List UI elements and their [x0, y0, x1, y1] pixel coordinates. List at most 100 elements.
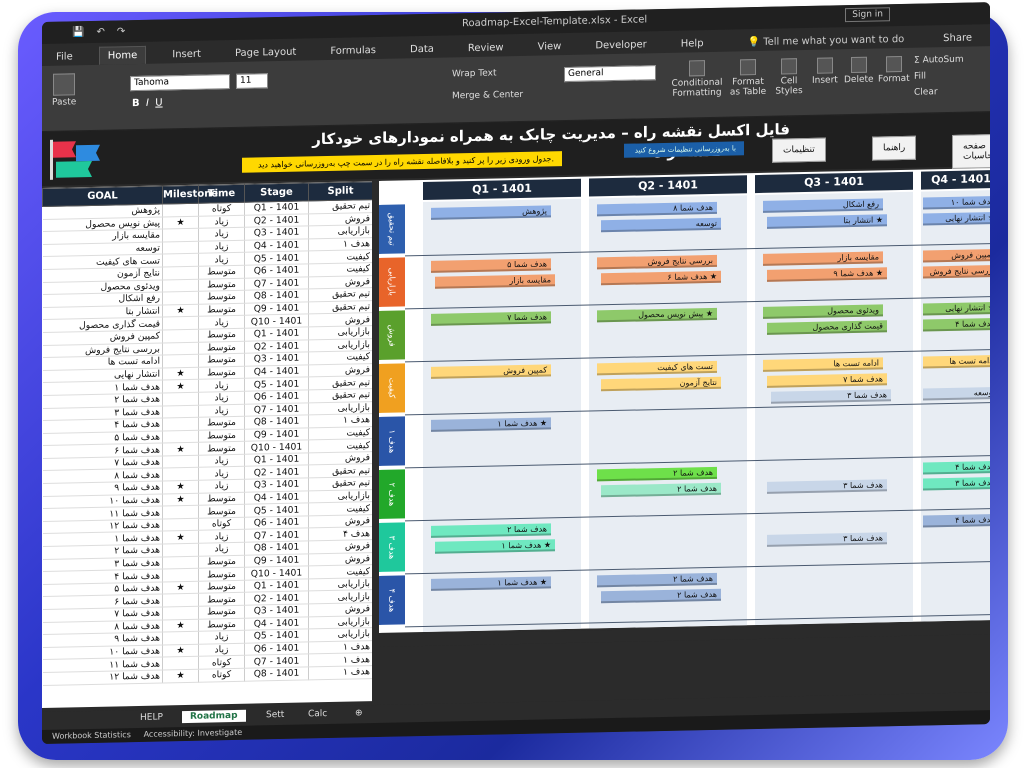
table-cell[interactable]: تیم تحقیق	[308, 199, 372, 214]
table-cell[interactable]	[162, 505, 199, 519]
table-cell[interactable]: زیاد	[198, 315, 245, 330]
table-cell[interactable]: ★	[162, 492, 199, 507]
table-cell[interactable]	[162, 455, 199, 469]
table-cell[interactable]: متوسط	[198, 580, 245, 594]
roadmap-card[interactable]: بررسی نتایج فروش	[597, 254, 717, 270]
table-cell[interactable]: متوسط	[198, 554, 245, 569]
roadmap-card[interactable]: هدف شما ۷	[767, 373, 887, 388]
table-cell[interactable]: Q3 - 1401	[244, 352, 309, 366]
table-cell[interactable]: Q10 - 1401	[244, 314, 309, 329]
table-cell[interactable]: ★	[162, 215, 199, 230]
tab-page-layout[interactable]: Page Layout	[227, 44, 304, 63]
sheet-tab-help[interactable]: HELP	[132, 711, 171, 724]
table-cell[interactable]: متوسط	[198, 416, 245, 430]
roadmap-card[interactable]: انتشار بتا ★	[767, 214, 887, 229]
roadmap-card[interactable]: کمپین فروش	[431, 364, 551, 379]
table-cell[interactable]: ★	[162, 669, 199, 683]
table-cell[interactable]: تیم تحقیق	[308, 375, 372, 390]
table-cell[interactable]	[162, 291, 199, 305]
table-cell[interactable]: هدف ۴	[308, 527, 372, 541]
table-cell[interactable]: متوسط	[198, 617, 245, 632]
roadmap-card[interactable]: ویدئوی محصول	[763, 304, 883, 319]
table-cell[interactable]: Q5 - 1401	[244, 503, 309, 518]
table-cell[interactable]	[162, 555, 199, 570]
table-cell[interactable]: Q5 - 1401	[244, 251, 309, 266]
delete-cells-button[interactable]: Delete	[844, 56, 874, 85]
table-cell[interactable]	[162, 329, 199, 343]
undo-icon[interactable]: ↶	[96, 26, 104, 37]
roadmap-card[interactable]: پیش نویس محصول ★	[597, 307, 717, 323]
table-cell[interactable]: زیاد	[198, 403, 245, 418]
table-cell[interactable]: Q10 - 1401	[244, 566, 309, 581]
tab-help[interactable]: Help	[673, 35, 712, 53]
table-cell[interactable]	[162, 354, 199, 368]
table-cell[interactable]: Q8 - 1401	[244, 666, 309, 681]
roadmap-card[interactable]: بررسی نتایج فروش	[923, 264, 990, 279]
table-cell[interactable]: زیاد	[198, 378, 245, 393]
roadmap-card[interactable]: هدف شما ۲	[431, 523, 551, 538]
table-cell[interactable]: Q1 - 1401	[244, 452, 309, 467]
font-name-box[interactable]: Tahoma	[130, 74, 230, 92]
roadmap-card[interactable]: قیمت گذاری محصول	[767, 320, 887, 335]
wrap-text-button[interactable]: Wrap Text	[452, 68, 497, 79]
table-cell[interactable]	[162, 417, 199, 431]
table-cell[interactable]: کیفیت	[308, 249, 372, 264]
table-cell[interactable]: ★	[162, 366, 199, 381]
tab-review[interactable]: Review	[460, 39, 512, 57]
table-cell[interactable]: متوسط	[198, 567, 245, 582]
table-cell[interactable]: Q2 - 1401	[244, 213, 309, 228]
table-cell[interactable]: تیم تحقیق	[308, 464, 372, 478]
table-cell[interactable]: زیاد	[198, 643, 245, 657]
autosum-button[interactable]: Σ AutoSum	[914, 55, 964, 66]
number-format-box[interactable]: General	[564, 65, 656, 83]
clear-button[interactable]: Clear	[914, 87, 938, 97]
guide-button[interactable]: راهنما	[872, 135, 917, 161]
table-cell[interactable]	[162, 253, 199, 267]
table-cell[interactable]: کوتاه	[198, 202, 245, 216]
table-cell[interactable]: Q4 - 1401	[244, 490, 309, 505]
roadmap-card[interactable]: توسعه	[601, 217, 721, 233]
table-cell[interactable]: زیاد	[198, 542, 245, 556]
roadmap-card[interactable]: هدف شما ۴	[923, 460, 990, 475]
table-cell[interactable]: Q1 - 1401	[244, 200, 309, 215]
table-cell[interactable]: کیفیت	[308, 262, 372, 277]
table-cell[interactable]: Q9 - 1401	[244, 553, 309, 568]
table-cell[interactable]: Q4 - 1401	[244, 364, 309, 379]
table-cell[interactable]: تیم تحقیق	[308, 287, 372, 302]
column-header[interactable]: Stage	[244, 182, 309, 203]
table-cell[interactable]: متوسط	[198, 592, 245, 607]
roadmap-card[interactable]: هدف شما ۱۰	[923, 195, 990, 210]
roadmap-card[interactable]: توسعه	[923, 386, 990, 401]
table-cell[interactable]: Q3 - 1401	[244, 477, 309, 492]
table-cell[interactable]: Q7 - 1401	[244, 276, 309, 291]
table-cell[interactable]	[162, 203, 199, 217]
redo-icon[interactable]: ↷	[117, 26, 125, 37]
roadmap-card[interactable]: کمپین فروش	[923, 248, 990, 263]
table-cell[interactable]: Q7 - 1401	[244, 654, 309, 669]
table-cell[interactable]: هدف ۱	[308, 237, 372, 252]
table-cell[interactable]: ★	[162, 530, 199, 545]
table-cell[interactable]	[162, 392, 199, 406]
table-cell[interactable]: تیم تحقیق	[308, 388, 372, 403]
table-cell[interactable]	[162, 241, 199, 255]
calc-page-button[interactable]: صفحه محاسبات	[952, 134, 990, 169]
table-cell[interactable]: ★	[162, 644, 199, 658]
cell-styles-button[interactable]: Cell Styles	[772, 58, 806, 97]
table-cell[interactable]: متوسط	[198, 277, 245, 292]
roadmap-card[interactable]: ادامه تست ها	[923, 354, 990, 369]
table-cell[interactable]	[162, 568, 199, 582]
table-cell[interactable]: Q6 - 1401	[244, 515, 309, 530]
table-cell[interactable]	[162, 341, 199, 356]
table-cell[interactable]: ★	[162, 379, 199, 393]
table-cell[interactable]: Q4 - 1401	[244, 616, 309, 631]
insert-cells-button[interactable]: Insert	[812, 57, 838, 86]
sign-in-button[interactable]: Sign in	[845, 7, 890, 23]
column-header[interactable]: Split	[308, 181, 372, 201]
table-cell[interactable]: کیفیت	[308, 564, 372, 579]
table-cell[interactable]: Q5 - 1401	[244, 629, 309, 644]
paste-button[interactable]: Paste	[52, 73, 76, 108]
conditional-formatting-button[interactable]: Conditional Formatting	[672, 60, 722, 99]
table-cell[interactable]: Q7 - 1401	[244, 528, 309, 543]
table-cell[interactable]: بازاریابی	[308, 627, 372, 642]
table-cell[interactable]: Q8 - 1401	[244, 540, 309, 555]
